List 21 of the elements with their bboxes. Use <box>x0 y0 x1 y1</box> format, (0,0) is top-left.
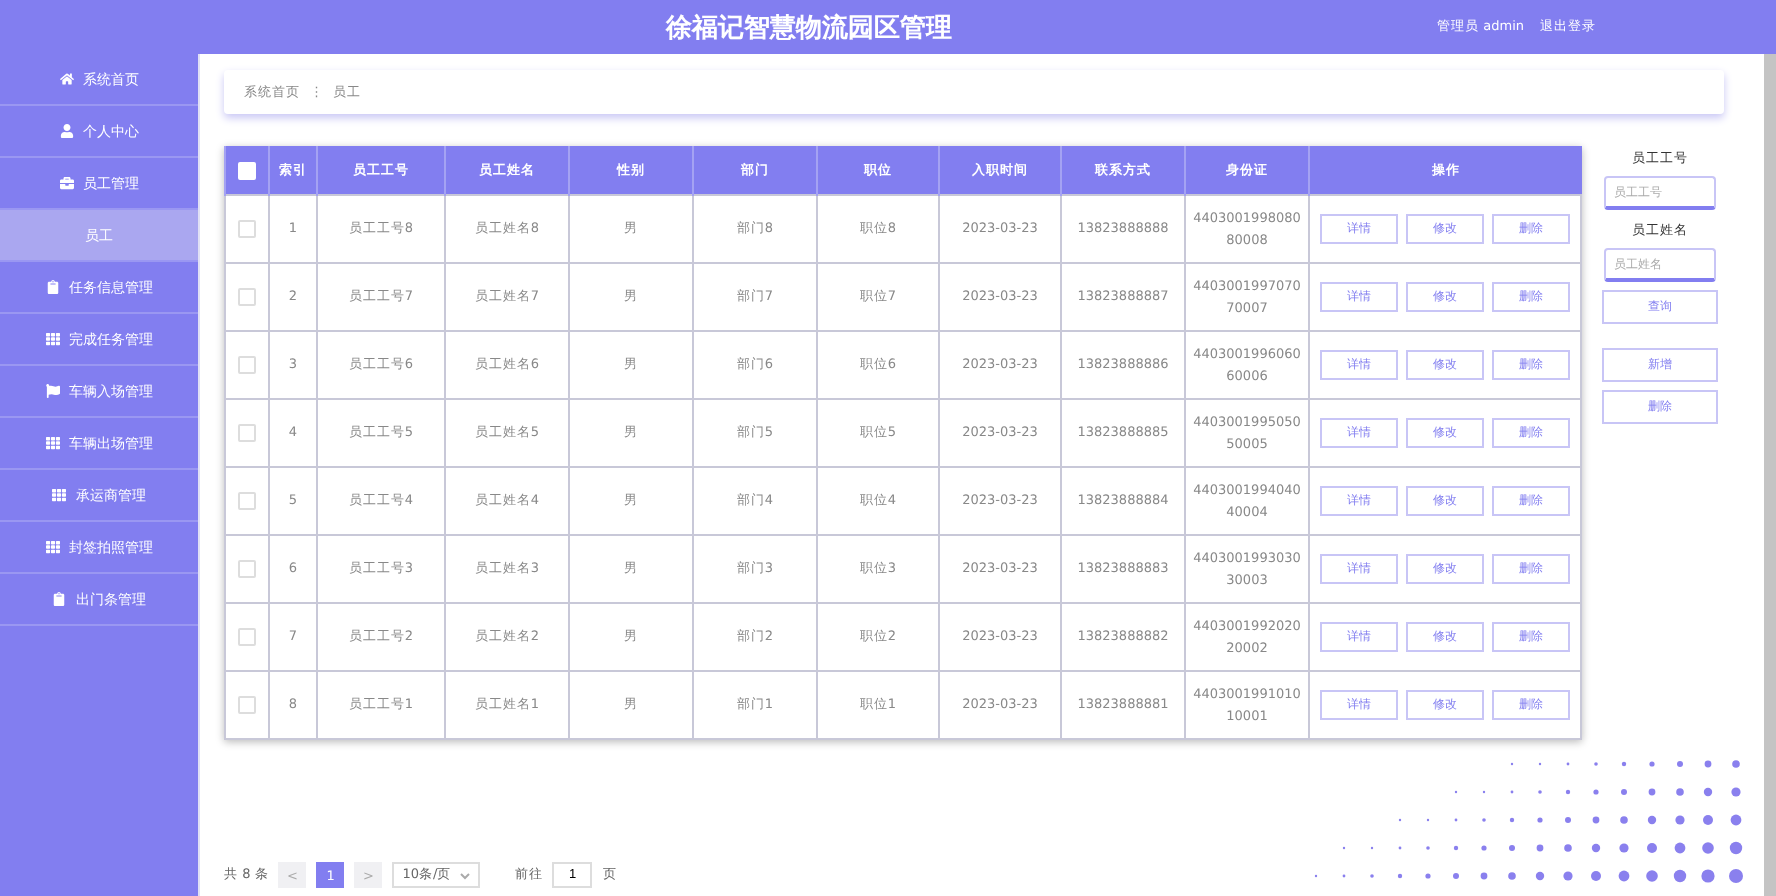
row-checkbox[interactable] <box>238 423 256 442</box>
clipboard-icon <box>45 280 59 294</box>
row-checkbox[interactable] <box>238 355 256 374</box>
select-all-checkbox[interactable] <box>238 161 256 179</box>
grid-icon <box>45 540 59 554</box>
user-icon <box>59 124 73 138</box>
row-checkbox[interactable] <box>238 695 256 714</box>
row-checkbox[interactable] <box>238 219 256 238</box>
home-icon <box>59 72 73 86</box>
caret-icon <box>460 871 471 879</box>
grid-icon <box>45 436 59 450</box>
briefcase-icon <box>59 176 73 190</box>
row-checkbox[interactable] <box>238 491 256 510</box>
row-checkbox[interactable] <box>238 287 256 306</box>
grid-icon <box>52 488 66 502</box>
clipboard-icon <box>52 592 66 606</box>
flag-icon <box>45 384 59 398</box>
app-title: 徐福记智慧物流园区管理 <box>663 11 954 45</box>
row-checkbox[interactable] <box>238 559 256 578</box>
row-checkbox[interactable] <box>238 627 256 646</box>
grid-icon <box>45 332 59 346</box>
